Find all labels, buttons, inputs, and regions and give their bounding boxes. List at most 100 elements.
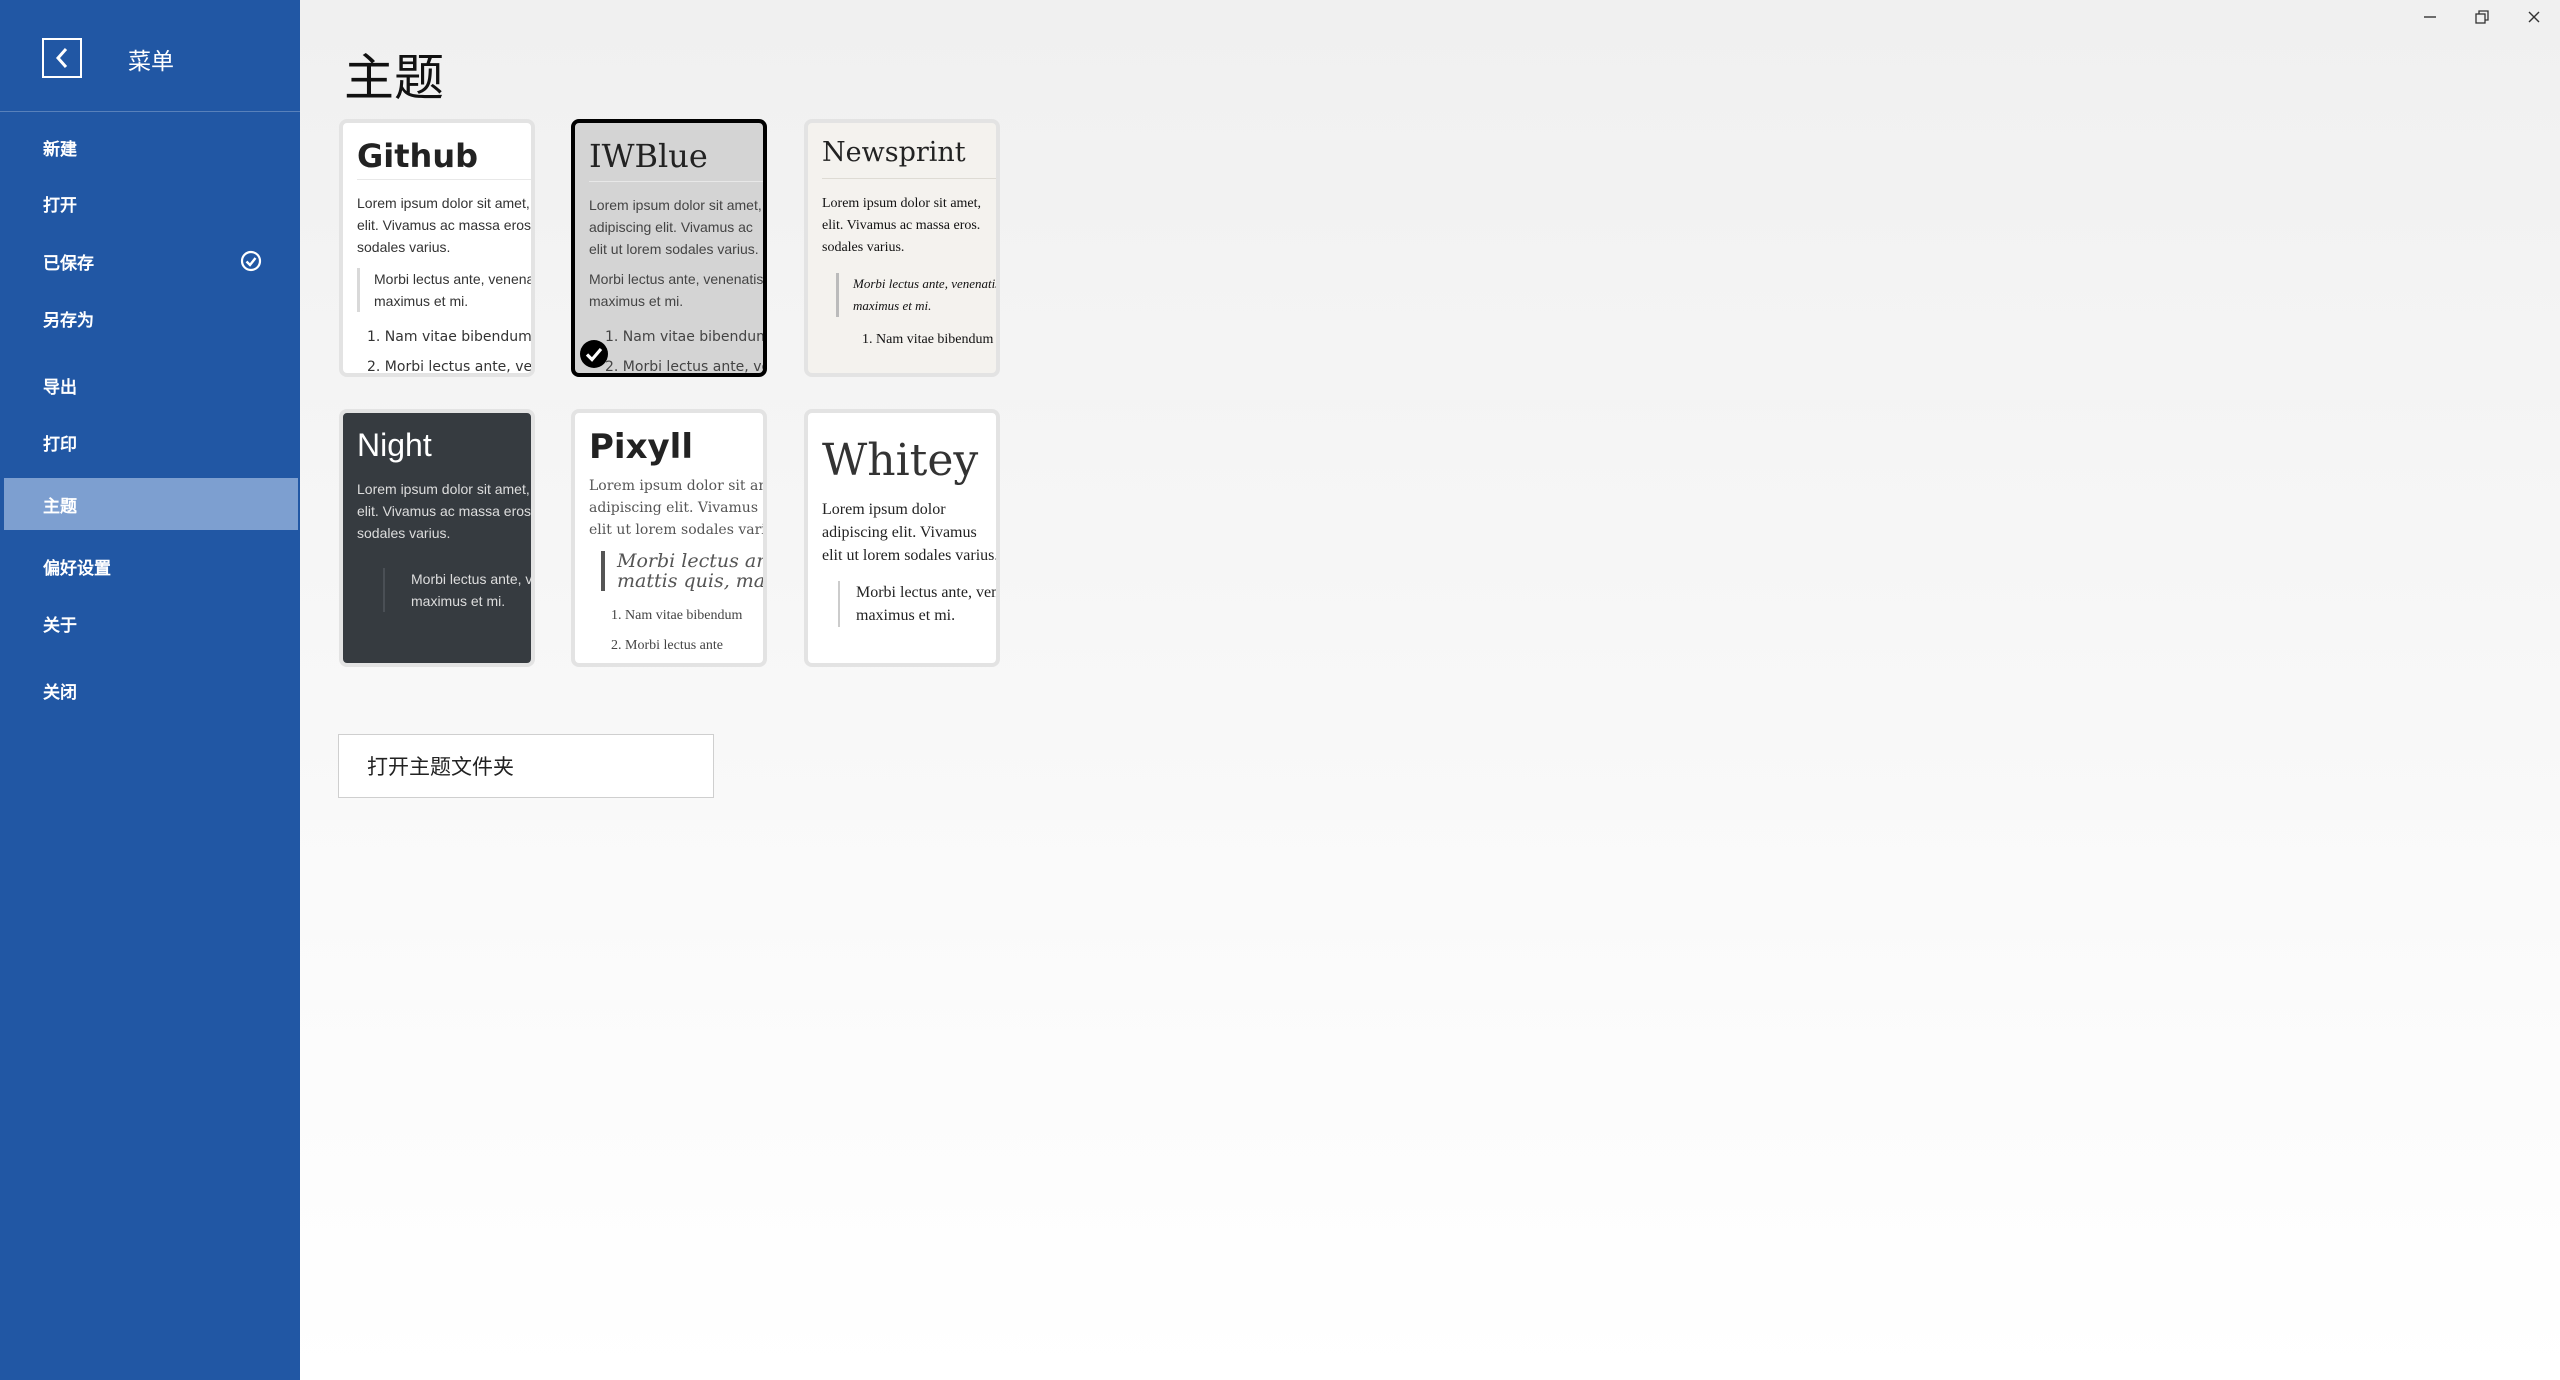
theme-name: Pixyll (589, 427, 693, 467)
theme-card-newsprint[interactable]: Newsprint Lorem ipsum dolor sit amet, el… (804, 119, 1000, 377)
preview-line: Lorem ipsum dolor sit amet, (589, 197, 762, 213)
preview-line: Lorem ipsum dolor sit amet, (357, 195, 530, 211)
preview-line: adipiscing elit. Vivamus ac (589, 219, 753, 235)
menu-header: 菜单 (0, 0, 300, 112)
theme-name: Night (357, 427, 432, 463)
close-window-button[interactable] (2508, 0, 2560, 34)
preview-line: elit ut lorem sodales varius. (822, 547, 999, 564)
preview-list-item: 2. Morbi lectus ante (611, 638, 723, 653)
preview-list-item: 1. Nam vitae bibendum cursus (367, 329, 532, 345)
preview-quote: Morbi lectus ante, venenatis maximus et … (357, 268, 535, 312)
minimize-button[interactable] (2404, 0, 2456, 34)
preview-line: elit ut lorem sodales varius. (589, 522, 767, 538)
sidebar-item-print[interactable]: 打印 (4, 416, 298, 468)
page-title: 主题 (344, 49, 444, 107)
preview-line: mattis quis, maxim (617, 570, 766, 592)
preview-list-item: 1. Nam vitae bibendum (862, 332, 994, 347)
sidebar-item-preferences[interactable]: 偏好设置 (4, 540, 298, 592)
preview-list: 1. Nam vitae bibendum cursus 2. Morbi le… (357, 322, 533, 375)
theme-preview: IWBlue Lorem ipsum dolor sit amet, adipi… (589, 137, 767, 375)
sidebar-item-label: 已保存 (43, 253, 94, 274)
preview-line: maximus et mi. (853, 298, 932, 313)
theme-card-pixyll[interactable]: Pixyll Lorem ipsum dolor sit amet, adipi… (571, 409, 767, 667)
sidebar-item-about[interactable]: 关于 (4, 597, 298, 649)
theme-card-github[interactable]: Github Lorem ipsum dolor sit amet, elit.… (339, 119, 535, 377)
preview-line: Lorem ipsum dolor sit amet, (357, 481, 530, 497)
preview-quote: Morbi lectus ante, venenatis maximus et … (383, 568, 533, 612)
preview-line: Morbi lectus ante, (617, 550, 767, 572)
theme-preview: Whitey Lorem ipsum dolor adipiscing elit… (822, 427, 1000, 627)
selected-check-icon (580, 340, 608, 368)
sidebar-item-label: 关闭 (43, 682, 77, 703)
check-circle-icon (240, 250, 262, 272)
sidebar-item-saved[interactable]: 已保存 (4, 235, 298, 287)
theme-preview: Pixyll Lorem ipsum dolor sit amet, adipi… (589, 427, 767, 661)
app-window: 菜单 新建 打开 已保存 另存为 导出 打印 主题 偏好设置 关于 关闭 主题 (0, 0, 2560, 1380)
preview-line: sodales varius. (822, 240, 905, 255)
preview-line: Lorem ipsum dolor sit amet, (589, 478, 763, 494)
minimize-icon (2424, 16, 2436, 18)
preview-line: elit. Vivamus ac massa eros. (357, 503, 535, 519)
close-icon (2528, 11, 2540, 23)
theme-preview: Github Lorem ipsum dolor sit amet, elit.… (357, 137, 535, 375)
theme-card-whitey[interactable]: Whitey Lorem ipsum dolor adipiscing elit… (804, 409, 1000, 667)
sidebar-item-label: 打开 (43, 195, 77, 216)
chevron-left-icon (55, 48, 68, 68)
theme-name: Whitey (822, 435, 979, 486)
sidebar-item-label: 打印 (43, 434, 77, 455)
sidebar-item-export[interactable]: 导出 (4, 359, 298, 411)
main-panel: 主题 Github Lorem ipsum dolor sit amet, el… (300, 0, 2560, 1380)
preview-line: Morbi lectus ante, venenatis (853, 276, 1000, 291)
theme-name: IWBlue (589, 137, 763, 182)
sidebar-item-label: 偏好设置 (43, 558, 111, 579)
preview-line: adipiscing elit. Vivamus ac (589, 500, 767, 516)
sidebar-item-label: 主题 (43, 496, 77, 517)
preview-list: 1. Nam vitae bibendum (822, 325, 996, 355)
sidebar-item-new[interactable]: 新建 (4, 121, 298, 173)
sidebar-item-open[interactable]: 打开 (4, 177, 298, 229)
menu-title: 菜单 (128, 49, 174, 75)
preview-line: Lorem ipsum dolor (822, 501, 946, 518)
preview-line: Morbi lectus ante, venenatis (589, 271, 764, 287)
preview-line: Morbi lectus ante, venenatis (411, 571, 533, 587)
preview-line: Morbi lectus ante, venen (856, 584, 1000, 601)
preview-line: maximus et mi. (589, 293, 684, 309)
preview-quote: Morbi lectus ante, venen maximus et mi. (838, 581, 1000, 627)
restore-icon (2475, 10, 2489, 24)
restore-button[interactable] (2456, 0, 2508, 34)
preview-list: 1. Nam vitae bibendum 2. Morbi lectus an… (589, 322, 767, 375)
preview-line: elit. Vivamus ac massa eros. (357, 217, 535, 233)
preview-quote: Morbi lectus ante, venenatis maximus et … (836, 273, 1000, 317)
sidebar-item-theme[interactable]: 主题 (4, 478, 298, 530)
preview-line: maximus et mi. (411, 593, 506, 609)
preview-line: Morbi lectus ante, venenatis (374, 271, 535, 287)
sidebar-menu: 菜单 新建 打开 已保存 另存为 导出 打印 主题 偏好设置 关于 关闭 (0, 0, 300, 1380)
preview-line: maximus et mi. (856, 607, 956, 624)
preview-list: 1. Nam vitae bibendum 2. Morbi lectus an… (589, 601, 763, 661)
preview-quote: Morbi lectus ante, mattis quis, maxim (601, 550, 767, 592)
preview-line: Lorem ipsum dolor sit amet, (822, 196, 982, 211)
sidebar-item-label: 关于 (43, 615, 77, 636)
preview-line: elit. Vivamus ac massa eros. (822, 218, 981, 233)
sidebar-item-close[interactable]: 关闭 (4, 664, 298, 716)
preview-line: adipiscing elit. Vivamus (822, 524, 977, 541)
preview-list-item: 2. Morbi lectus ante, venenatis (367, 359, 533, 375)
preview-list-item: 1. Nam vitae bibendum (605, 329, 767, 345)
sidebar-item-save-as[interactable]: 另存为 (4, 292, 298, 344)
preview-list-item: 1. Nam vitae bibendum (611, 608, 743, 623)
theme-name: Github (357, 137, 531, 180)
sidebar-item-label: 另存为 (43, 310, 94, 331)
preview-line: sodales varius. (357, 525, 451, 541)
theme-name: Newsprint (822, 137, 996, 179)
window-controls (2404, 0, 2560, 34)
preview-line: elit ut lorem sodales varius. (589, 241, 759, 257)
sidebar-item-label: 新建 (43, 139, 77, 160)
open-theme-folder-button[interactable]: 打开主题文件夹 (338, 734, 714, 798)
preview-list-item: 2. Morbi lectus ante, ve (605, 359, 767, 375)
theme-card-night[interactable]: Night Lorem ipsum dolor sit amet, elit. … (339, 409, 535, 667)
theme-card-iwblue[interactable]: IWBlue Lorem ipsum dolor sit amet, adipi… (571, 119, 767, 377)
sidebar-item-label: 导出 (43, 377, 77, 398)
back-button[interactable] (42, 38, 82, 78)
theme-preview: Newsprint Lorem ipsum dolor sit amet, el… (822, 137, 1000, 355)
preview-line: maximus et mi. (374, 293, 469, 309)
